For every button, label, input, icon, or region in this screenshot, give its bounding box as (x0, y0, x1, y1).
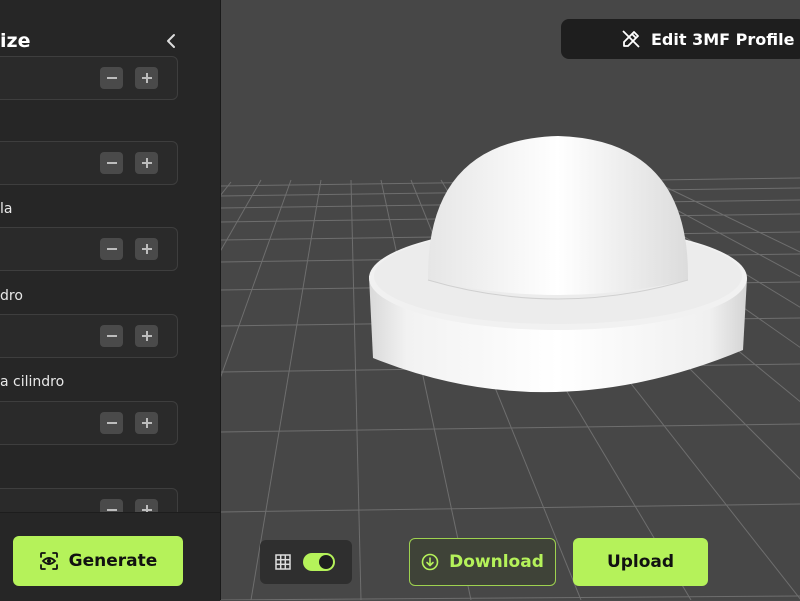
decrement-button[interactable] (100, 152, 123, 174)
plus-icon (141, 158, 152, 168)
download-circle-icon (421, 553, 439, 571)
minus-icon (106, 248, 117, 250)
download-button[interactable]: Download (409, 538, 556, 586)
minus-icon (106, 422, 117, 424)
minus-icon (106, 162, 117, 164)
settings-panel: ize la dro a cilindro Generate (0, 0, 221, 601)
number-field[interactable] (0, 141, 178, 185)
panel-footer: Generate (0, 512, 220, 601)
upload-label: Upload (606, 552, 675, 572)
chevron-left-icon (167, 34, 175, 48)
grid-icon (275, 554, 291, 570)
decrement-button[interactable] (100, 412, 123, 434)
decrement-button[interactable] (100, 67, 123, 89)
upload-button[interactable]: Upload (573, 538, 708, 586)
field-label: a cilindro (0, 374, 65, 390)
3d-viewport[interactable] (221, 0, 800, 600)
increment-button[interactable] (135, 325, 158, 347)
minus-icon (106, 509, 117, 511)
3d-model (369, 136, 747, 393)
decrement-button[interactable] (100, 238, 123, 260)
field-label: dro (0, 288, 23, 304)
grid-toggle-control (260, 540, 352, 584)
field-label: la (0, 201, 13, 217)
download-label: Download (449, 552, 544, 572)
plus-icon (141, 418, 152, 428)
increment-button[interactable] (135, 152, 158, 174)
plus-icon (141, 73, 152, 83)
number-field[interactable] (0, 227, 178, 271)
generate-label: Generate (68, 551, 158, 571)
edit-profile-label: Edit 3MF Profile (651, 29, 795, 49)
panel-title: ize (0, 30, 31, 52)
decrement-button[interactable] (100, 325, 123, 347)
number-field[interactable] (0, 401, 178, 445)
minus-icon (106, 77, 117, 79)
edit-profile-icon (622, 30, 640, 48)
generate-button[interactable]: Generate (13, 536, 183, 586)
increment-button[interactable] (135, 238, 158, 260)
toggle-knob (319, 555, 333, 569)
increment-button[interactable] (135, 412, 158, 434)
eye-scan-icon (39, 552, 58, 570)
collapse-panel-button[interactable] (160, 30, 182, 52)
plus-icon (141, 244, 152, 254)
plus-icon (141, 331, 152, 341)
number-field[interactable] (0, 314, 178, 358)
number-field[interactable] (0, 56, 178, 100)
minus-icon (106, 335, 117, 337)
increment-button[interactable] (135, 67, 158, 89)
grid-toggle-switch[interactable] (303, 553, 335, 571)
edit-3mf-profile-button[interactable]: Edit 3MF Profile (561, 19, 800, 59)
